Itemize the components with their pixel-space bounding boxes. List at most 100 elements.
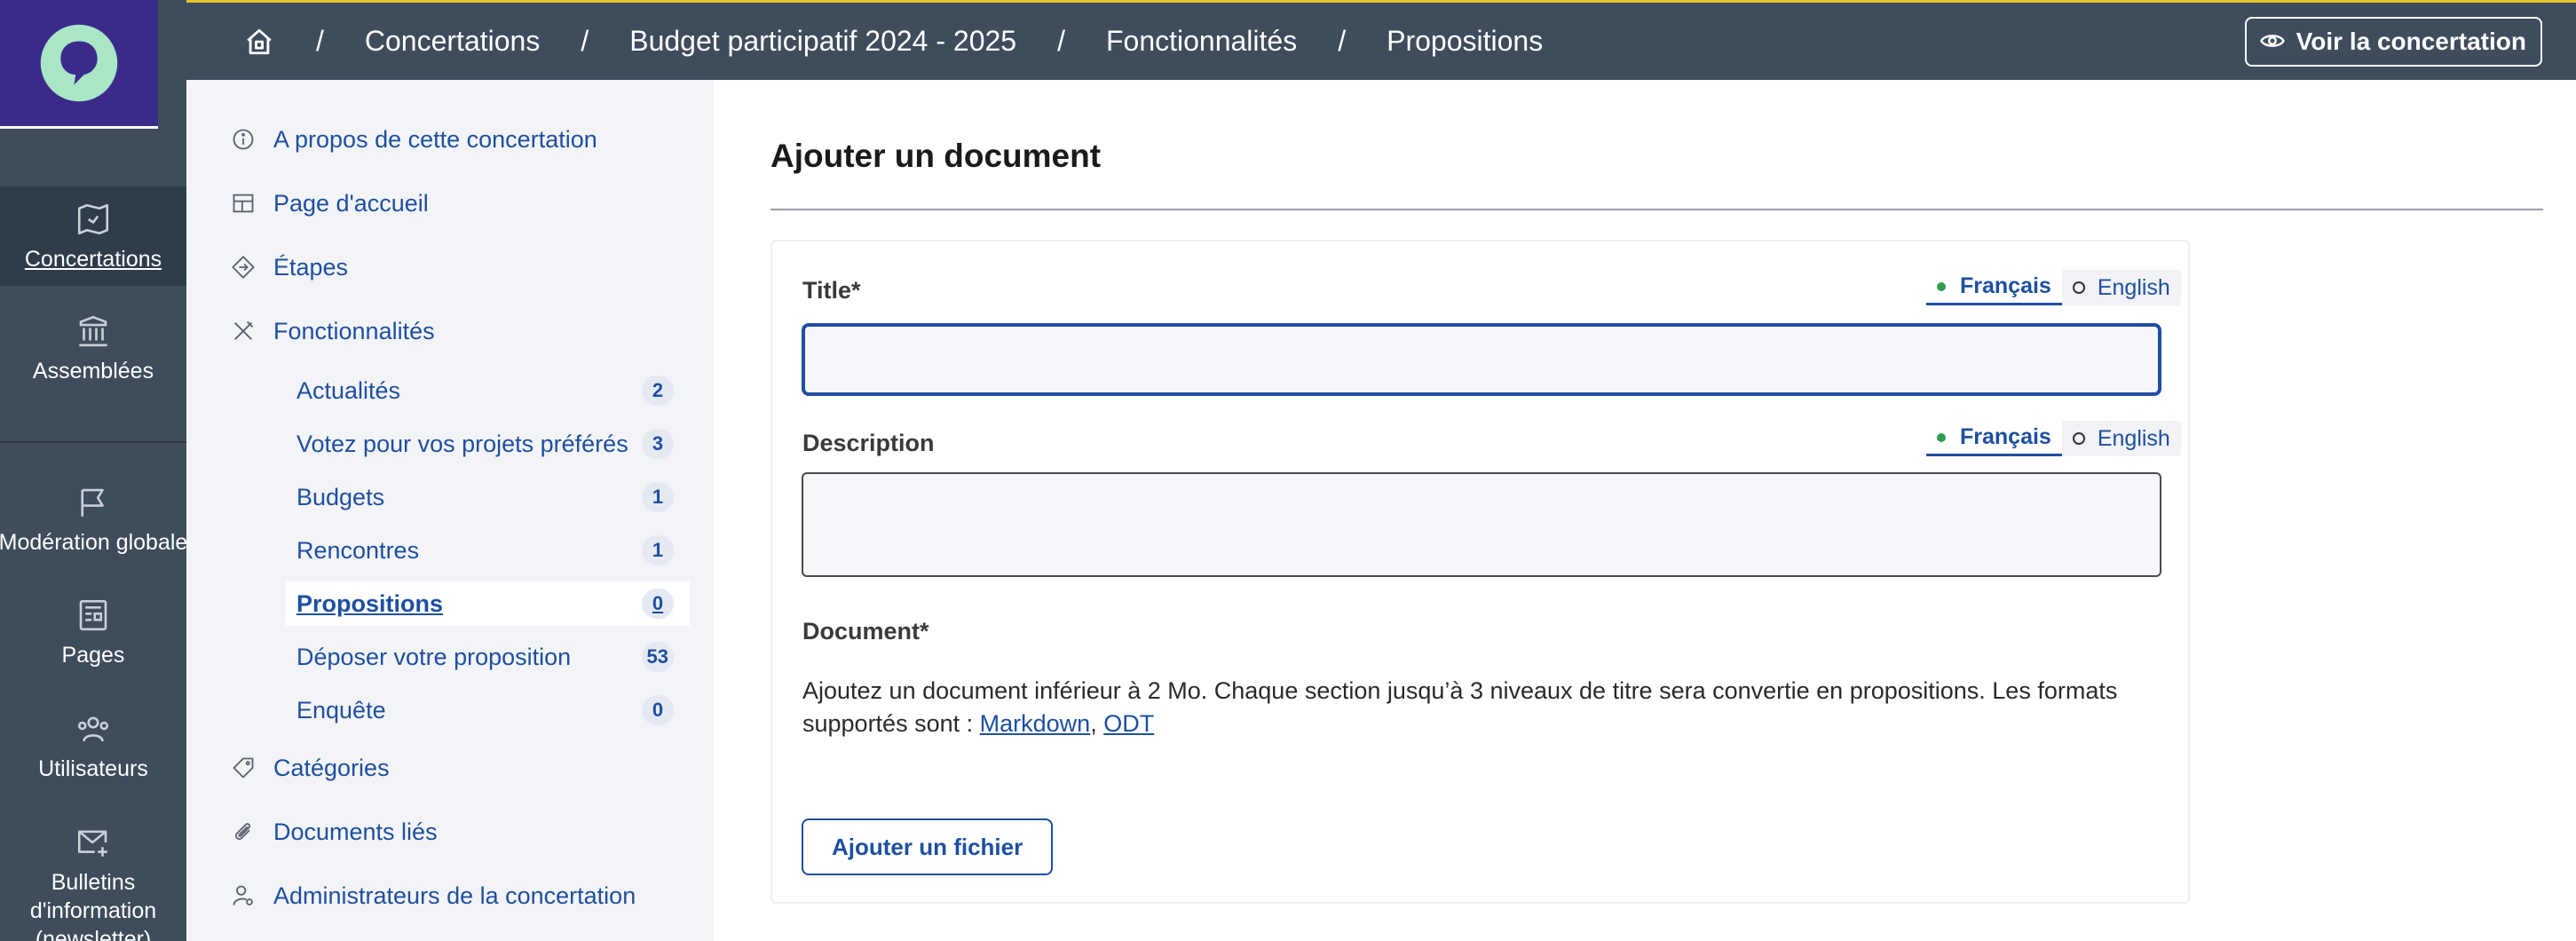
subnav-steps-label: Étapes: [273, 254, 349, 281]
markdown-link[interactable]: Markdown: [980, 710, 1091, 737]
subnav-home[interactable]: Page d'accueil: [231, 190, 429, 217]
nav-label: Utilisateurs: [38, 756, 148, 781]
lang-label: English: [2097, 425, 2170, 451]
count-badge: 3: [642, 429, 674, 459]
description-lang-tab-en[interactable]: English: [2062, 421, 2181, 456]
subnav-documents-label: Documents liés: [273, 818, 438, 845]
building-icon: [75, 312, 112, 350]
tools-icon: [231, 319, 257, 345]
view-concertation-button[interactable]: Voir la concertation: [2244, 17, 2542, 67]
title-language-tabs: Français English: [1926, 270, 2181, 305]
title-lang-tab-fr[interactable]: Français: [1926, 270, 2062, 305]
breadcrumb-proposals[interactable]: Propositions: [1387, 25, 1543, 58]
empty-dot-icon: [2072, 281, 2085, 294]
mail-add-icon: [75, 824, 112, 861]
title-divider: [770, 209, 2543, 210]
breadcrumb-concertations[interactable]: Concertations: [365, 25, 540, 58]
feature-item-budgets[interactable]: Budgets 1: [286, 475, 690, 519]
nav-assemblies[interactable]: Assemblées: [0, 312, 186, 392]
description-textarea[interactable]: [802, 472, 2161, 577]
steps-icon: [231, 255, 257, 281]
count-badge: 53: [641, 642, 674, 672]
lang-label: Français: [1960, 273, 2051, 298]
empty-dot-icon: [2072, 432, 2085, 445]
feature-item-label: Actualités: [296, 376, 401, 404]
view-concertation-label: Voir la concertation: [2295, 28, 2526, 55]
logo-icon: [40, 24, 118, 102]
subnav-categories-label: Catégories: [273, 755, 390, 781]
lang-label: Français: [1960, 424, 2051, 449]
subnav-admins-label: Administrateurs de la concertation: [273, 882, 636, 909]
link-separator: ,: [1090, 710, 1104, 737]
nav-label: Assemblées: [32, 359, 154, 384]
subnav-about[interactable]: A propos de cette concertation: [231, 126, 597, 154]
process-sidebar: A propos de cette concertation Page d'ac…: [186, 80, 714, 941]
breadcrumb: / Concertations / Budget participatif 20…: [186, 3, 1543, 80]
nav-global-moderation[interactable]: Modération globale: [0, 484, 186, 564]
count-badge: 0: [642, 695, 674, 725]
lang-label: English: [2097, 274, 2170, 300]
feature-item-proposals[interactable]: Propositions 0: [286, 581, 690, 626]
subnav-admins[interactable]: Administrateurs de la concertation: [231, 882, 636, 910]
page-title: Ajouter un document: [770, 138, 1102, 174]
title-label: Title*: [802, 277, 861, 304]
count-badge: 2: [642, 376, 674, 406]
document-form-card: Title* Français English Description Fran…: [770, 240, 2190, 904]
nav-concertations[interactable]: Concertations: [0, 186, 186, 286]
eye-icon: [2259, 28, 2288, 56]
subnav-documents[interactable]: Documents liés: [231, 818, 438, 846]
nav-label: Modération globale: [0, 530, 186, 555]
subnav-features-label: Fonctionnalités: [273, 318, 435, 344]
layout-icon: [231, 191, 257, 217]
odt-link[interactable]: ODT: [1103, 710, 1154, 737]
breadcrumb-process[interactable]: Budget participatif 2024 - 2025: [629, 25, 1016, 58]
feature-item-label: Propositions: [296, 589, 444, 617]
page-icon: [75, 597, 112, 634]
home-icon[interactable]: [243, 26, 275, 58]
nav-label: Bulletins d'information (newsletter): [29, 870, 157, 941]
count-badge: 1: [642, 482, 674, 512]
feature-item-label: Enquête: [296, 696, 386, 724]
breadcrumb-separator: /: [1057, 25, 1065, 57]
subnav-features[interactable]: Fonctionnalités: [231, 318, 435, 345]
subnav-categories[interactable]: Catégories: [231, 755, 390, 782]
feature-item-survey[interactable]: Enquête 0: [286, 688, 690, 732]
subnav-steps[interactable]: Étapes: [231, 254, 348, 281]
top-bar: / Concertations / Budget participatif 20…: [186, 0, 2576, 80]
feature-item-vote[interactable]: Votez pour vos projets préférés 3: [286, 422, 690, 466]
main-nav: Concertations Assemblées Modération glob…: [0, 0, 186, 941]
nav-users[interactable]: Utilisateurs: [0, 710, 186, 790]
breadcrumb-separator: /: [316, 25, 324, 57]
document-label: Document*: [802, 618, 929, 644]
title-lang-tab-en[interactable]: English: [2062, 270, 2181, 305]
feature-item-submit-proposal[interactable]: Déposer votre proposition 53: [286, 635, 690, 679]
count-badge: 0: [642, 589, 674, 619]
nav-divider: [0, 441, 186, 443]
filled-dot-icon: [1937, 281, 1946, 291]
nav-label: Concertations: [24, 247, 162, 272]
admin-user-icon: [231, 883, 257, 910]
subnav-home-label: Page d'accueil: [273, 190, 429, 217]
feature-item-label: Rencontres: [296, 536, 420, 564]
description-language-tabs: Français English: [1926, 421, 2181, 456]
add-file-button[interactable]: Ajouter un fichier: [802, 818, 1054, 875]
feature-item-label: Déposer votre proposition: [296, 643, 572, 670]
count-badge: 1: [642, 535, 674, 565]
flag-icon: [75, 484, 112, 521]
title-input[interactable]: [802, 323, 2161, 396]
document-help-text: Ajoutez un document inférieur à 2 Mo. Ch…: [802, 675, 2187, 740]
feature-item-label: Votez pour vos projets préférés: [296, 430, 628, 457]
breadcrumb-features[interactable]: Fonctionnalités: [1106, 25, 1297, 58]
logo[interactable]: [0, 0, 158, 129]
map-icon: [75, 201, 112, 238]
nav-pages[interactable]: Pages: [0, 597, 186, 676]
feature-item-label: Budgets: [296, 483, 385, 510]
feature-item-meetings[interactable]: Rencontres 1: [286, 528, 690, 573]
feature-item-news[interactable]: Actualités 2: [286, 368, 690, 413]
subnav-about-label: A propos de cette concertation: [273, 126, 597, 153]
info-icon: [231, 127, 257, 154]
description-lang-tab-fr[interactable]: Français: [1926, 421, 2062, 456]
users-icon: [75, 710, 112, 747]
description-label: Description: [802, 430, 935, 456]
nav-newsletter[interactable]: Bulletins d'information (newsletter): [0, 824, 186, 941]
